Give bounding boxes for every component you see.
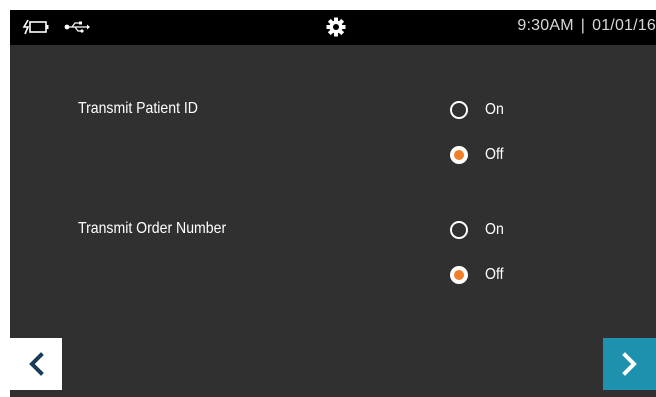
battery-charging-icon [22, 19, 49, 35]
back-button[interactable] [10, 338, 62, 390]
chevron-right-icon [622, 352, 637, 376]
radio-button[interactable] [450, 221, 468, 239]
transmit-patient-id-off-option[interactable]: Off [450, 143, 506, 167]
transmit-order-number-off-option[interactable]: Off [450, 263, 506, 287]
radio-label: On [485, 221, 504, 238]
datetime-separator: | [580, 17, 586, 34]
datetime-display: 9:30AM | 01/01/16 [517, 17, 656, 35]
status-bar: 9:30AM | 01/01/16 [10, 10, 656, 45]
radio-button-selected[interactable] [450, 146, 468, 164]
transmit-order-number-on-option[interactable]: On [450, 218, 506, 242]
transmit-order-number-label: Transmit Order Number [78, 220, 227, 237]
radio-button-selected[interactable] [450, 266, 468, 284]
usb-icon [64, 21, 90, 33]
gear-icon[interactable] [326, 17, 346, 37]
chevron-left-icon [29, 352, 44, 376]
date-text: 01/01/16 [592, 17, 656, 34]
device-screen: 9:30AM | 01/01/16 Transmit Patient ID On O… [10, 10, 656, 397]
radio-label: Off [485, 266, 504, 283]
radio-label: On [485, 101, 504, 118]
time-text: 9:30AM [517, 17, 574, 34]
transmit-patient-id-label: Transmit Patient ID [78, 100, 198, 117]
radio-button[interactable] [450, 101, 468, 119]
next-button[interactable] [603, 338, 656, 390]
radio-label: Off [485, 146, 504, 163]
transmit-patient-id-on-option[interactable]: On [450, 98, 506, 122]
